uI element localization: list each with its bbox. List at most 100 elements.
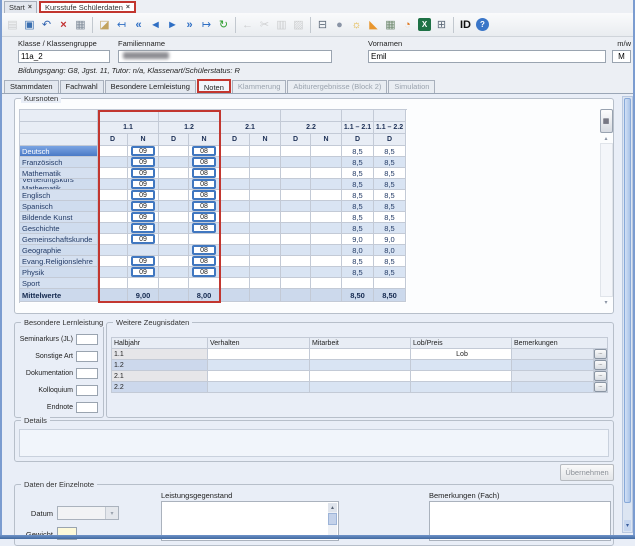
tab-besondere-lernleistung[interactable]: Besondere Lernleistung [105, 80, 196, 93]
grade-input[interactable]: 09 [131, 256, 155, 266]
zeugnis-row[interactable]: 1.2... [112, 360, 608, 371]
grade-input[interactable]: 08 [192, 256, 216, 266]
table-config-button[interactable]: ▦ [600, 109, 613, 133]
subject-label[interactable]: Deutsch [20, 146, 98, 157]
grade-cell[interactable] [98, 278, 128, 289]
grade-cell[interactable] [159, 157, 189, 168]
grid-icon[interactable]: ▦ [382, 16, 399, 33]
subject-label[interactable]: Gemeinschaftskunde [20, 234, 98, 245]
grade-cell[interactable] [159, 190, 189, 201]
grade-cell[interactable] [342, 278, 374, 289]
grade-cell[interactable] [98, 190, 128, 201]
nav-next-icon[interactable]: ► [164, 16, 181, 33]
mitarbeit-cell[interactable] [310, 371, 411, 382]
grade-cell[interactable] [250, 179, 281, 190]
subject-label[interactable]: Bildende Kunst [20, 212, 98, 223]
verhalten-cell[interactable] [208, 371, 310, 382]
bemerkungen-ellipsis-button[interactable]: ... [594, 360, 608, 371]
mitarbeit-cell[interactable] [310, 360, 411, 371]
kursnoten-row[interactable]: Englisch09088,58,5 [20, 190, 407, 201]
tab-noten[interactable]: Noten [197, 79, 231, 93]
subject-label[interactable]: Vertiefungskurs Mathematik [20, 179, 98, 190]
sonstige-art-input[interactable] [76, 351, 98, 362]
kursnoten-row[interactable]: Mathematik09088,58,5 [20, 168, 407, 179]
delete-icon[interactable]: × [55, 16, 72, 33]
id-label[interactable]: ID [457, 16, 474, 33]
dokumentation-input[interactable] [76, 368, 98, 379]
grade-cell[interactable]: 8,5 [374, 201, 406, 212]
grade-input[interactable]: 08 [192, 201, 216, 211]
lob_preis-cell[interactable] [411, 382, 512, 393]
refresh-icon[interactable]: ↻ [215, 16, 232, 33]
grade-cell[interactable] [98, 212, 128, 223]
scroll-up-icon[interactable]: ▲ [328, 503, 337, 512]
grade-cell[interactable] [311, 245, 342, 256]
grade-cell[interactable] [159, 256, 189, 267]
zeugnis-row[interactable]: 2.2... [112, 382, 608, 393]
grade-cell[interactable] [311, 146, 342, 157]
grade-cell[interactable]: 08 [189, 201, 220, 212]
grade-input[interactable]: 09 [131, 179, 155, 189]
grade-cell[interactable] [220, 212, 250, 223]
zeugnis-row[interactable]: 1.1Lob... [112, 349, 608, 360]
grade-cell[interactable]: 08 [189, 190, 220, 201]
grade-cell[interactable] [311, 278, 342, 289]
grade-cell[interactable]: 8,5 [374, 146, 406, 157]
help-icon[interactable]: ? [476, 18, 489, 31]
grade-cell[interactable] [250, 267, 281, 278]
grade-cell[interactable] [220, 245, 250, 256]
grade-cell[interactable] [159, 146, 189, 157]
verhalten-cell[interactable] [208, 349, 310, 360]
grade-cell[interactable]: 8,0 [374, 245, 406, 256]
grade-input[interactable]: 09 [131, 223, 155, 233]
grade-cell[interactable] [98, 168, 128, 179]
grade-cell[interactable] [374, 278, 406, 289]
grade-cell[interactable] [189, 234, 220, 245]
grade-cell[interactable] [281, 157, 311, 168]
grade-cell[interactable]: 8,5 [374, 212, 406, 223]
grade-cell[interactable] [98, 245, 128, 256]
nav-next-page-icon[interactable]: » [181, 16, 198, 33]
save-icon[interactable]: ▣ [21, 16, 38, 33]
grade-cell[interactable] [220, 278, 250, 289]
grade-input[interactable]: 08 [192, 245, 216, 255]
grade-cell[interactable]: 09 [128, 256, 159, 267]
grade-input[interactable]: 08 [192, 223, 216, 233]
grade-cell[interactable] [159, 245, 189, 256]
bemerkungen-ellipsis-button[interactable]: ... [594, 349, 608, 360]
bemerkungen-ellipsis-button[interactable]: ... [594, 371, 608, 382]
grade-cell[interactable]: 8,5 [342, 179, 374, 190]
grade-input[interactable]: 08 [192, 190, 216, 200]
grade-cell[interactable]: 09 [128, 223, 159, 234]
grade-cell[interactable] [159, 168, 189, 179]
report-print-icon[interactable]: ⊞ [433, 16, 450, 33]
kursnoten-row[interactable]: Deutsch09088,58,5 [20, 146, 407, 157]
grade-cell[interactable] [311, 179, 342, 190]
grade-cell[interactable] [220, 223, 250, 234]
grade-cell[interactable] [250, 278, 281, 289]
grade-cell[interactable] [220, 168, 250, 179]
pane-scrollbar[interactable]: ▾ [622, 96, 633, 533]
grade-input[interactable]: 08 [192, 146, 216, 156]
grade-cell[interactable]: 8,5 [374, 179, 406, 190]
grade-cell[interactable] [98, 267, 128, 278]
subject-label[interactable]: Geschichte [20, 223, 98, 234]
grade-cell[interactable] [98, 157, 128, 168]
grade-cell[interactable]: 8,5 [374, 168, 406, 179]
grade-cell[interactable]: 09 [128, 234, 159, 245]
window-tab-kursstufe-schülerdaten[interactable]: Kursstufe Schülerdaten× [39, 1, 136, 13]
grade-cell[interactable] [281, 267, 311, 278]
subject-label[interactable]: Mathematik [20, 168, 98, 179]
grade-cell[interactable] [281, 234, 311, 245]
kursnoten-row[interactable]: Bildende Kunst09088,58,5 [20, 212, 407, 223]
grade-cell[interactable]: 9,0 [374, 234, 406, 245]
scroll-up-icon[interactable]: ▴ [600, 133, 613, 143]
grade-cell[interactable] [220, 201, 250, 212]
grade-cell[interactable] [281, 223, 311, 234]
bemerkungen-cell[interactable] [512, 382, 594, 393]
grade-cell[interactable] [250, 234, 281, 245]
close-tab-icon[interactable]: × [126, 4, 130, 11]
verhalten-cell[interactable] [208, 360, 310, 371]
uebernehmen-button[interactable]: Übernehmen [560, 464, 614, 481]
grade-input[interactable]: 09 [131, 168, 155, 178]
